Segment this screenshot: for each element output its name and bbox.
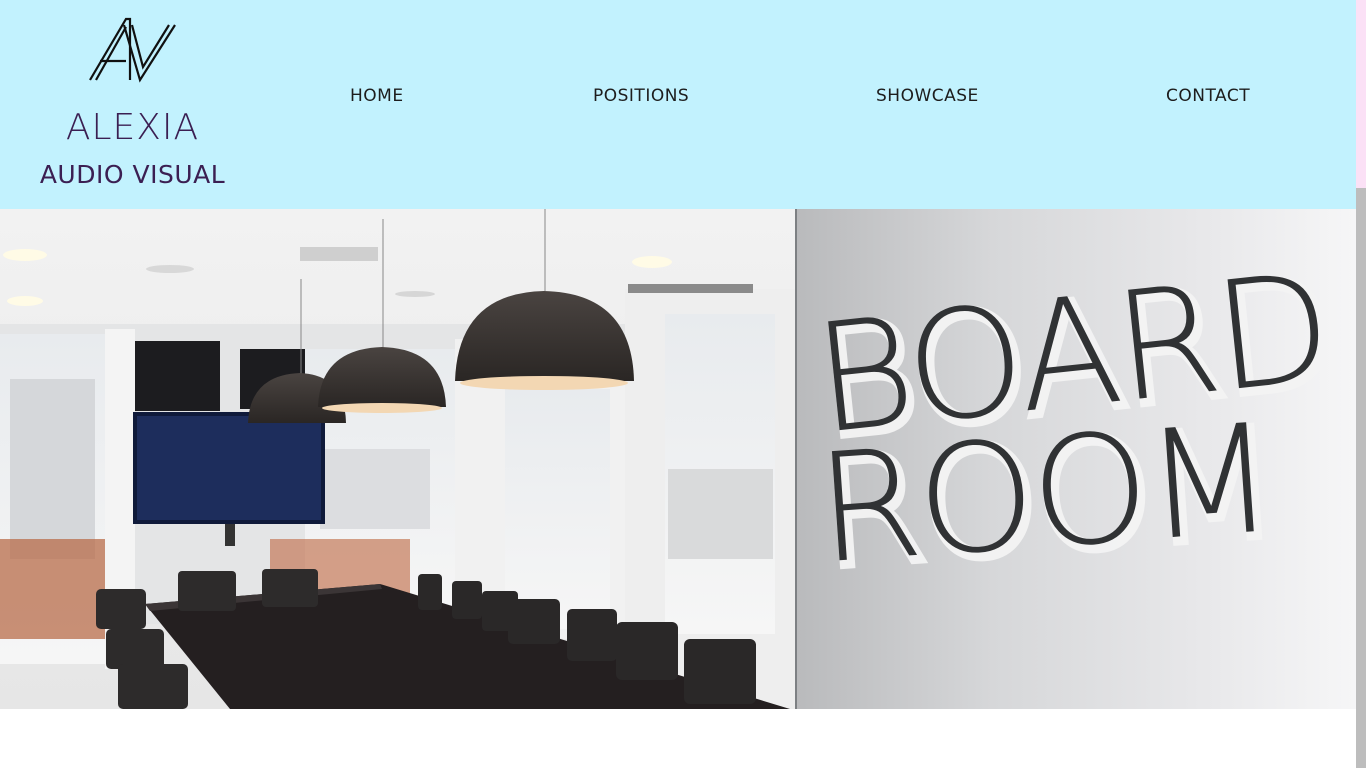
site-header: ALEXIA AUDIO VISUAL HOME POSITIONS SHOWC…	[0, 0, 1356, 209]
scrollbar-thumb[interactable]	[1356, 0, 1366, 188]
brand-subtitle: AUDIO VISUAL	[39, 160, 226, 189]
scrollbar[interactable]	[1356, 0, 1366, 768]
nav-home[interactable]: HOME	[350, 86, 404, 106]
nav-positions[interactable]: POSITIONS	[593, 86, 689, 106]
logo-link[interactable]: ALEXIA AUDIO VISUAL	[30, 15, 235, 195]
brand-name: ALEXIA	[65, 107, 200, 148]
nav-contact[interactable]: CONTACT	[1166, 86, 1250, 106]
sign-line2: ROOM	[812, 392, 1277, 597]
board-room-sign: BOARD BOARD ROOM ROOM	[807, 241, 1344, 606]
boardroom-photo: BOARD BOARD ROOM ROOM	[0, 209, 1356, 709]
page: ALEXIA AUDIO VISUAL HOME POSITIONS SHOWC…	[0, 0, 1356, 768]
av-logo-icon	[89, 17, 176, 83]
nav-showcase[interactable]: SHOWCASE	[876, 86, 979, 106]
hero-image: BOARD BOARD ROOM ROOM	[0, 209, 1356, 709]
